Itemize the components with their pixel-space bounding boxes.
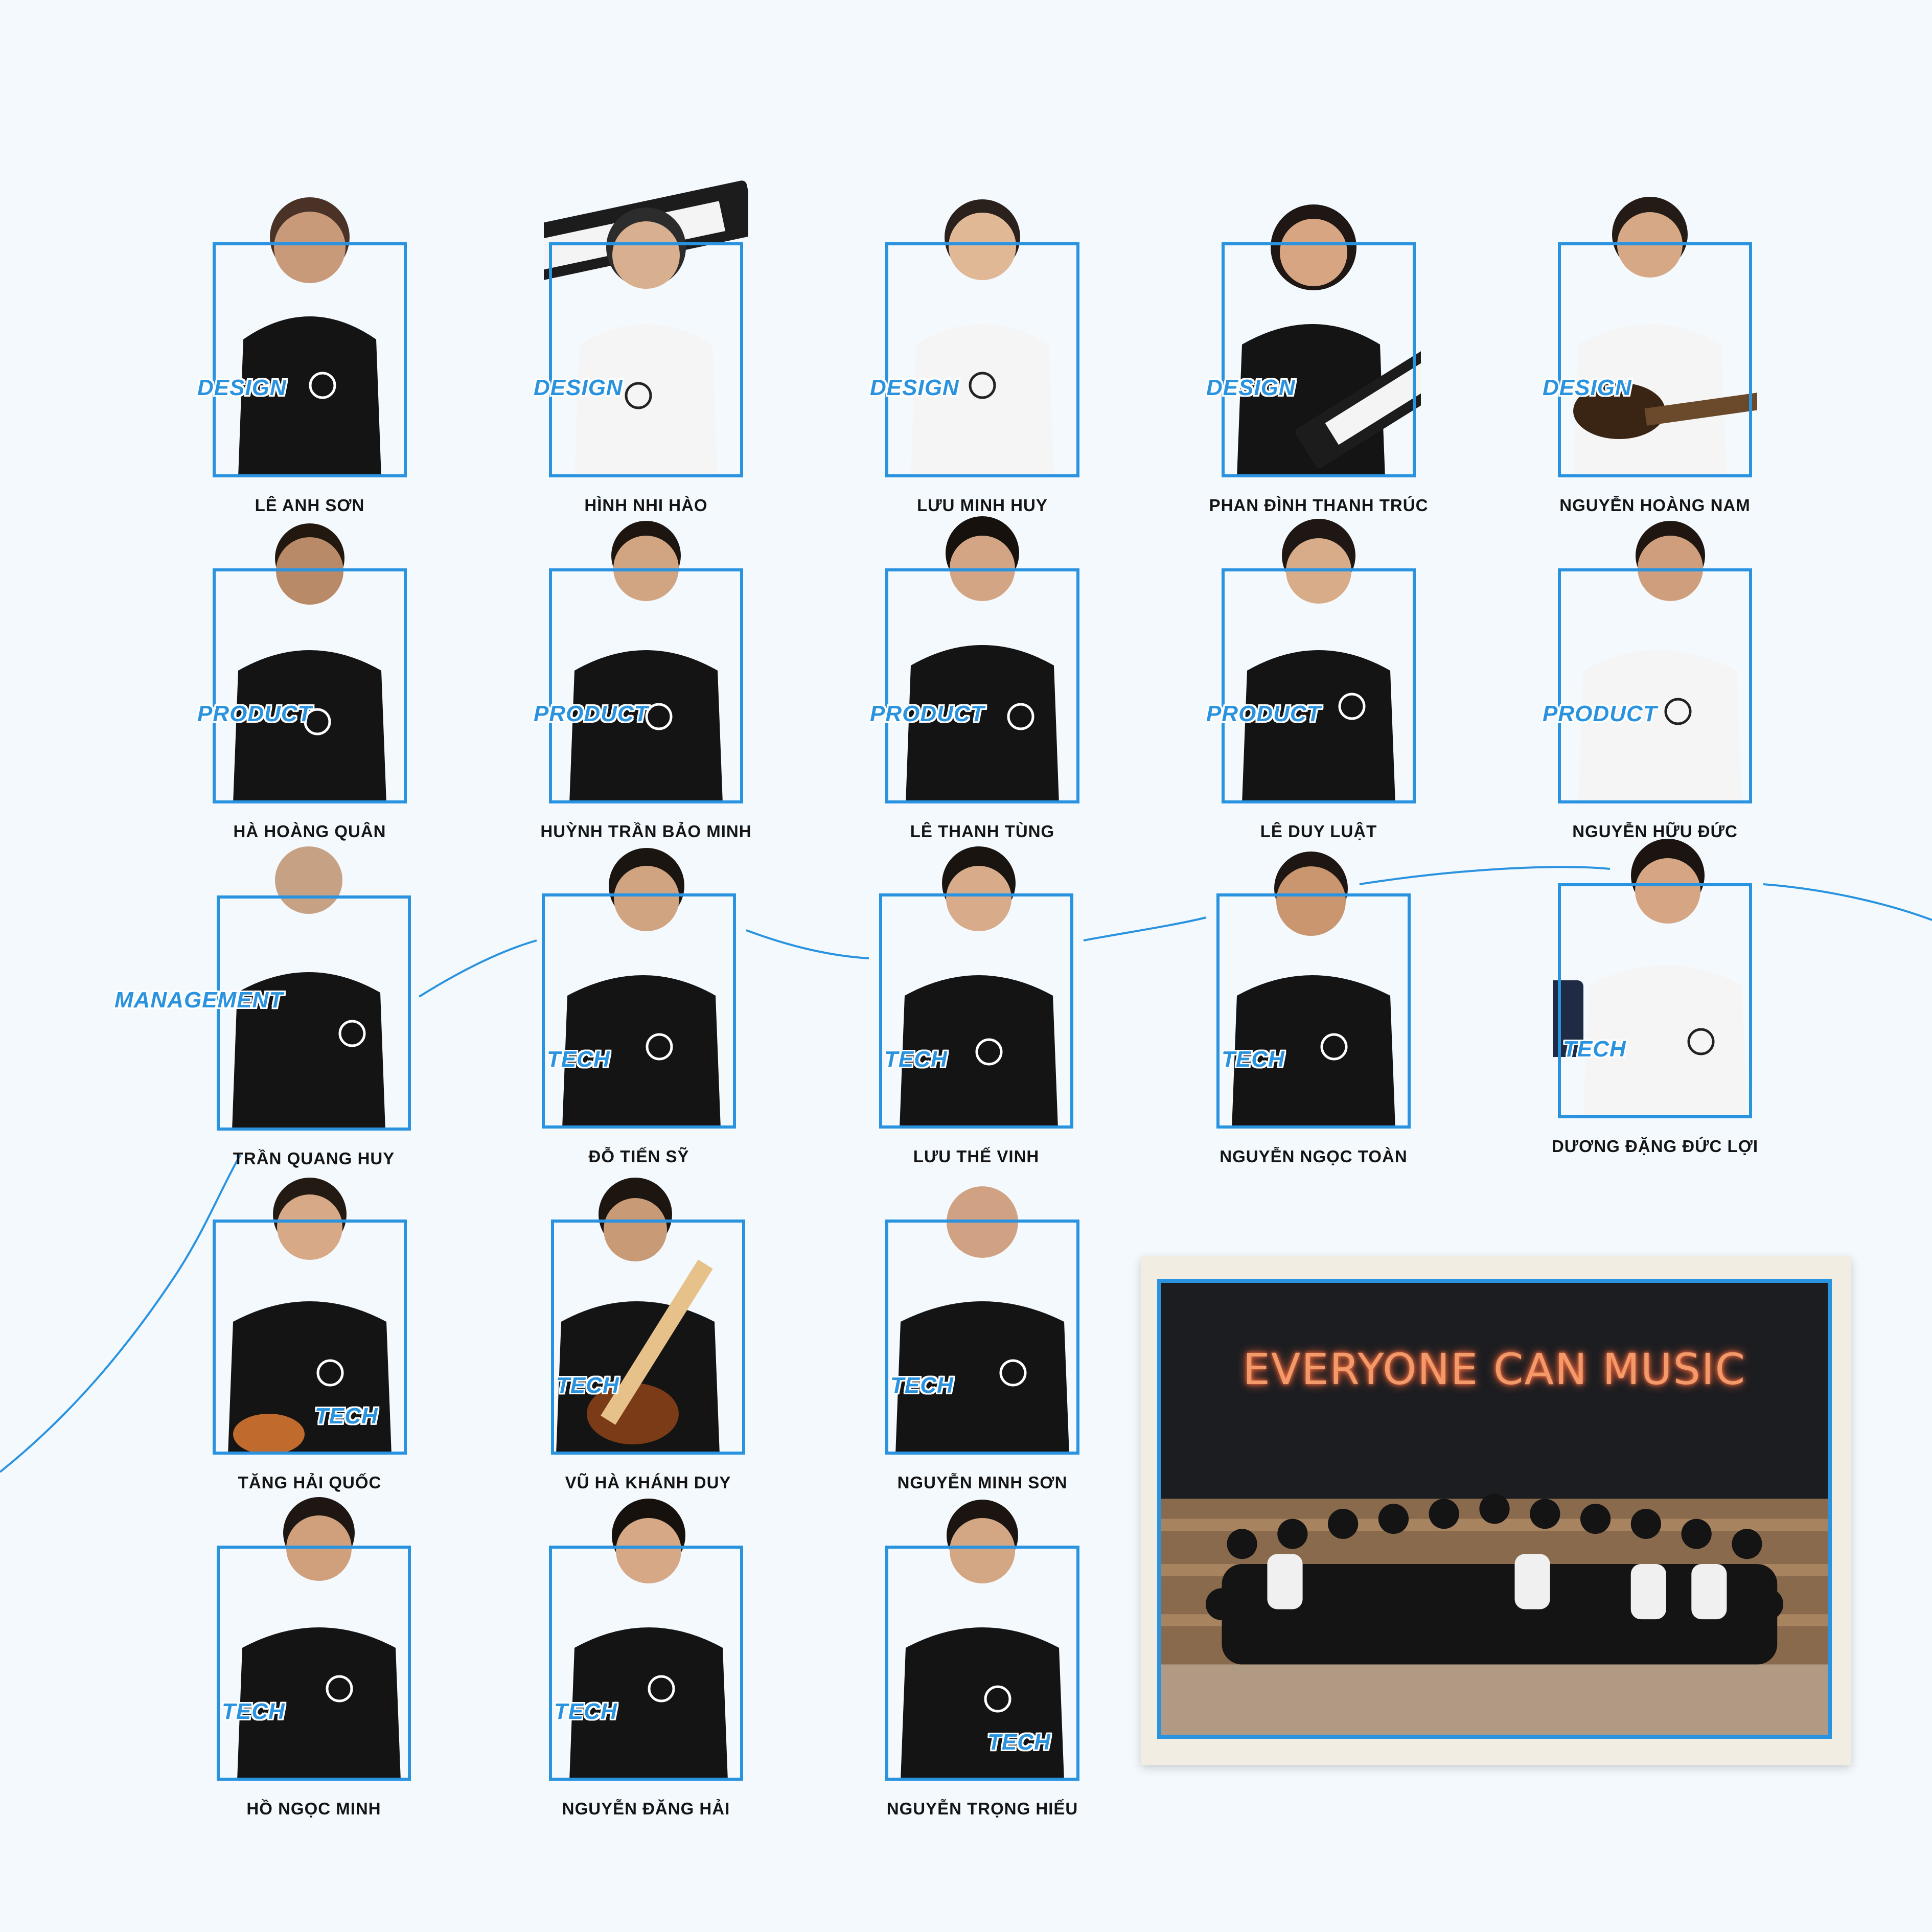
member-card: TECH NGUYỄN ĐĂNG HẢI — [549, 1499, 743, 1822]
team-tag: TECH — [222, 1699, 285, 1724]
member-card: TECH ĐỖ TIẾN SỸ — [542, 848, 736, 1169]
member-name: NGUYỄN NGỌC TOÀN — [1220, 1147, 1408, 1166]
portrait-frame — [549, 568, 743, 803]
member-name: DƯƠNG ĐẶNG ĐỨC LỢI — [1551, 1137, 1759, 1156]
team-tag: TECH — [987, 1730, 1051, 1755]
team-tag: PRODUCT — [1206, 701, 1321, 726]
team-tag: TECH — [884, 1047, 948, 1072]
member-card: TECH LƯU THẾ VINH — [879, 846, 1073, 1169]
portrait-frame — [1216, 893, 1411, 1129]
member-name: HỒ NGỌC MINH — [246, 1799, 381, 1818]
team-tag: TECH — [554, 1699, 617, 1724]
team-tag: PRODUCT — [534, 701, 649, 726]
member-card: PRODUCT LÊ DUY LUẬT — [1206, 519, 1416, 844]
team-tag: MANAGEMENT — [114, 987, 284, 1013]
member-card: DESIGN LÊ ANH SƠN — [197, 197, 407, 518]
portrait-frame — [217, 1546, 411, 1781]
member-card: TECH VŨ HÀ KHÁNH DUY — [551, 1178, 745, 1496]
member-name: NGUYỄN ĐĂNG HẢI — [562, 1799, 730, 1818]
team-tag: DESIGN — [534, 375, 623, 400]
member-card: TECH NGUYỄN TRỌNG HIẾU — [885, 1500, 1079, 1822]
portrait-frame — [549, 242, 743, 477]
portrait-frame — [213, 568, 407, 803]
team-tag: TECH — [315, 1404, 378, 1429]
member-card: PRODUCT HUỲNH TRẦN BẢO MINH — [534, 521, 751, 844]
team-tag: PRODUCT — [870, 701, 985, 726]
portrait-frame — [1558, 568, 1752, 803]
portrait-frame — [213, 242, 407, 477]
member-name: NGUYỄN TRỌNG HIẾU — [886, 1799, 1078, 1818]
team-collage: DESIGN LÊ ANH SƠN DESIGN HÌNH NHI HÀO DE… — [0, 0, 1932, 1932]
member-card: TECH TĂNG HẢI QUỐC — [213, 1178, 407, 1496]
portrait-frame — [549, 1546, 743, 1781]
portrait-frame — [1222, 242, 1416, 477]
portrait-frame — [885, 1220, 1079, 1455]
neon-sign: EVERYONE CAN MUSIC — [1243, 1344, 1746, 1394]
team-tag: TECH — [1563, 1037, 1626, 1062]
team-tag: DESIGN — [197, 375, 287, 400]
team-tag: DESIGN — [870, 375, 959, 400]
group-photo-card: EVERYONE CAN MUSIC — [1141, 1256, 1851, 1765]
team-tag: TECH — [556, 1373, 619, 1398]
portrait-frame — [542, 893, 736, 1129]
member-card: TECH DƯƠNG ĐẶNG ĐỨC LỢI — [1552, 839, 1758, 1159]
member-card: PRODUCT LÊ THANH TÙNG — [870, 516, 1079, 844]
portrait-frame — [879, 893, 1073, 1129]
portrait-frame — [217, 895, 411, 1131]
member-card: DESIGN HÌNH NHI HÀO — [534, 180, 748, 518]
member-card: TECH NGUYỄN MINH SƠN — [885, 1186, 1079, 1496]
portrait-frame — [1558, 242, 1752, 477]
member-card: PRODUCT NGUYỄN HỮU ĐỨC — [1543, 521, 1752, 844]
member-card: TECH HỒ NGỌC MINH — [217, 1497, 411, 1822]
team-tag: DESIGN — [1206, 375, 1296, 400]
member-card: PRODUCT HÀ HOÀNG QUÂN — [197, 523, 407, 844]
member-card: DESIGN PHAN ĐÌNH THANH TRÚC — [1206, 204, 1428, 518]
member-card: DESIGN LƯU MINH HUY — [870, 199, 1079, 518]
team-tag: PRODUCT — [1543, 701, 1658, 726]
team-tag: TECH — [1222, 1047, 1285, 1072]
group-photo: EVERYONE CAN MUSIC — [1157, 1279, 1832, 1739]
member-card: TECH NGUYỄN NGỌC TOÀN — [1216, 852, 1411, 1169]
member-card: MANAGEMENT TRẦN QUANG HUY — [114, 846, 411, 1171]
member-card: DESIGN NGUYỄN HOÀNG NAM — [1543, 197, 1757, 518]
team-tag: TECH — [890, 1373, 954, 1398]
team-tag: DESIGN — [1543, 375, 1632, 400]
team-tag: TECH — [547, 1047, 610, 1072]
portrait-frame — [551, 1220, 745, 1455]
portrait-frame — [1558, 883, 1752, 1118]
team-tag: PRODUCT — [197, 701, 312, 726]
portrait-frame — [1222, 568, 1416, 803]
portrait-frame — [885, 568, 1079, 803]
portrait-frame — [885, 242, 1079, 477]
